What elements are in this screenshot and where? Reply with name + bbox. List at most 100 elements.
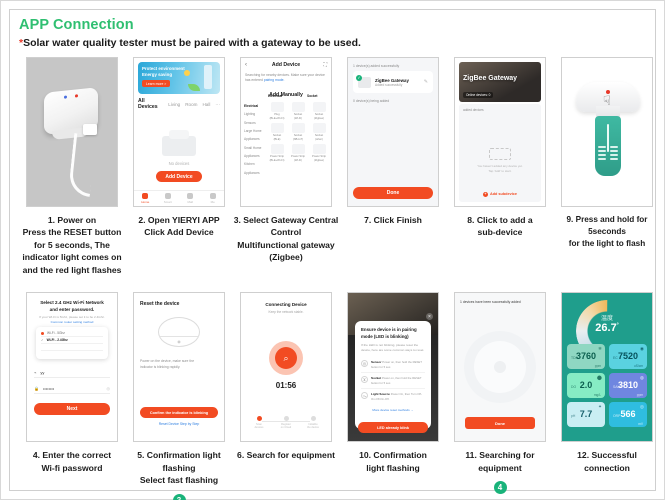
added-header: 1 device(s) added successfully [353, 64, 400, 68]
wifi-hint-text: If your Wi-Fi is 5Ghz, please set it to … [39, 315, 105, 320]
grid-item[interactable]: Plug (BLE+Wi-Fi) [268, 102, 286, 120]
tab-room[interactable]: Room [185, 102, 197, 107]
searching-done-button[interactable]: Done [465, 417, 535, 430]
added-device-status: Added successfully [375, 82, 403, 87]
page-title: APP Connection [19, 17, 134, 33]
grid-item[interactable]: Power Strip (Wi-Fi) [289, 144, 307, 162]
socket-nb-icon [291, 123, 305, 133]
banner-title: Protect environment Energy saving [142, 66, 185, 77]
grid-item[interactable]: Power Strip (BLE+Wi-Fi) [268, 144, 286, 162]
metric-tile-ec[interactable]: EC ◉ 7520 uS/cm [609, 344, 647, 370]
page-note: *Solar water quality tester must be pair… [19, 37, 646, 49]
connecting-title: Connecting Device [265, 302, 307, 308]
grid-item[interactable]: Socket (Wi-Fi) [289, 102, 307, 120]
subdevice-section-label: added devices [463, 108, 484, 112]
confirm-blinking-button[interactable]: Confirm the indicator is blinking [140, 407, 218, 419]
note-text: Solar water quality tester must be paire… [23, 37, 361, 49]
gauge-unit: ° [616, 322, 619, 329]
metric-tile-salt[interactable]: SALT ◍ 3810 ppm [609, 373, 647, 399]
grid-item-label: Socket (NB-IoT) [292, 134, 304, 141]
tester-vent [598, 150, 606, 152]
grid-item[interactable]: Socket (BLE) [268, 123, 286, 141]
step-card-11: 1 devices have been successfully added D… [447, 292, 553, 500]
category-sensors[interactable]: Sensors [244, 121, 256, 125]
metric-tile-tds[interactable]: TDS ❄ 3760 ppm [567, 344, 605, 370]
step-card-10: × Ensure device is in pairing mode (LED … [340, 292, 446, 500]
done-button[interactable]: Done [353, 187, 433, 199]
category-lighting[interactable]: Lighting [244, 112, 255, 116]
add-subdevice-button[interactable]: + Add subdevice [459, 192, 541, 197]
reset-method-name: Light Source [371, 392, 390, 397]
add-device-button[interactable]: Add Device [156, 171, 202, 182]
pairing-dialog-screen: × Ensure device is in pairing mode (LED … [347, 292, 439, 443]
grid-item-label: Plug (BLE+Wi-Fi) [269, 113, 285, 120]
grid-item[interactable]: Socket (other) [310, 123, 328, 141]
metric-tile-orp[interactable]: ORP ◎ 566 mV [609, 402, 647, 428]
banner-button[interactable]: Learn more > [142, 80, 171, 87]
wifi-network-item[interactable]: ✓ Wi-Fi - 2.4Ghz [41, 337, 103, 345]
step-caption-1: 1. Power on Press the RESET button for 5… [22, 215, 122, 275]
added-success-screen: 1 device(s) added successfully ✓ ZigBee … [347, 57, 439, 207]
added-device-info: ZigBee Gateway Added successfully [375, 78, 409, 87]
wifi-icon: ⌁ [34, 369, 37, 375]
grid-item[interactable]: Socket (NB-IoT) [289, 123, 307, 141]
category-small-appliances[interactable]: Small Home Appliances [244, 146, 261, 158]
gateway-hero-title: ZigBee Gateway [463, 75, 518, 82]
tab-more[interactable]: ··· [215, 102, 220, 107]
reset-method-row: ⊻ Socket Power on, then hold the RESET b… [361, 373, 425, 390]
promo-banner[interactable]: Protect environment Energy saving Learn … [138, 62, 220, 94]
metric-value: 2.0 [579, 380, 593, 391]
wifi-network-item[interactable] [41, 344, 103, 352]
grid-col-socket: Socket [307, 94, 318, 98]
wifi-network-item[interactable]: Wi-Fi - 5Ghz [41, 330, 103, 338]
wifi-network-item[interactable] [41, 351, 103, 358]
next-button[interactable]: Next [34, 403, 110, 416]
pencil-icon[interactable]: ✎ [424, 79, 428, 85]
bottom-nav: Home Smart Mall Me [134, 190, 224, 206]
added-device-name: ZigBee Gateway [375, 77, 409, 83]
device-type-grid: Plug (BLE+Wi-Fi) Socket (Wi-Fi) Socket (… [268, 102, 328, 162]
temperature-gauge: 温度 26.7° [567, 298, 647, 363]
gauge-number: 26.7 [595, 322, 617, 335]
added-device-row[interactable]: ✓ ZigBee Gateway Added successfully ✎ [353, 71, 433, 93]
reset-step-by-step-link[interactable]: Reset Device Step by Step [134, 422, 224, 426]
device-indicator-icon: ◉ [177, 339, 181, 345]
scan-icon[interactable]: ⛶ [323, 62, 327, 68]
progress-step-label: Scan devices [254, 422, 264, 429]
gateway-thumb-icon: ✓ [356, 74, 371, 88]
wifi-screen: Select 2.4 GHz Wi-Fi Network and enter p… [26, 292, 118, 443]
category-large-appliances[interactable]: Large Home Appliances [244, 129, 262, 141]
more-reset-methods-link[interactable]: More device reset methods → [361, 408, 425, 412]
router-setting-link[interactable]: Common router setting method [51, 320, 94, 324]
connecting-spinner: ⌕ [269, 341, 303, 376]
tab-all-devices[interactable]: All Devices [138, 98, 163, 110]
countdown-timer: 01:56 [275, 381, 297, 391]
add-device-screen: ‹ Add Device ⛶ Searching for nearby devi… [240, 57, 332, 207]
chevron-left-icon[interactable]: ‹ [245, 62, 247, 68]
tab-living[interactable]: Living [168, 102, 180, 107]
pairing-mode-link[interactable]: pairing mode. [264, 78, 285, 82]
tester-vent [610, 146, 618, 148]
pairing-dialog: Ensure device is in pairing mode (LED is… [355, 321, 431, 430]
empty-state-text: No devices [168, 161, 190, 166]
metric-value: 3760 [575, 351, 597, 362]
metric-tile-do[interactable]: DO ⬤ 2.0 mg/L [567, 373, 605, 399]
nav-item-home[interactable]: Home [134, 191, 157, 206]
category-electrical[interactable]: Electrical [244, 104, 258, 108]
nav-item-me[interactable]: Me [202, 191, 225, 206]
grid-item[interactable]: Socket (Zigbee) [310, 102, 328, 120]
category-kitchen[interactable]: Kitchen Appliances [244, 162, 260, 174]
banner-sun-icon [184, 70, 190, 76]
grid-item[interactable]: Power Strip (Zigbee) [310, 144, 328, 162]
nav-item-smart[interactable]: Smart [157, 191, 180, 206]
tab-hall[interactable]: Hall [202, 102, 210, 107]
password-field[interactable]: 🔒 •••••••• ◎ [34, 383, 111, 395]
grid-col-electrical: Electrical [268, 94, 283, 98]
step-card-4: Select 2.4 GHz Wi-Fi Network and enter p… [19, 292, 125, 500]
eye-icon[interactable]: ◎ [107, 386, 111, 391]
nav-item-mall[interactable]: Mall [179, 191, 202, 206]
ssid-field[interactable]: ⌁ yy [34, 367, 110, 379]
led-already-blink-button[interactable]: LED already blink [358, 422, 428, 434]
metric-tile-ph[interactable]: pH ✦ 7.7 [567, 402, 605, 428]
sensor-icon: ◎ [361, 360, 368, 368]
